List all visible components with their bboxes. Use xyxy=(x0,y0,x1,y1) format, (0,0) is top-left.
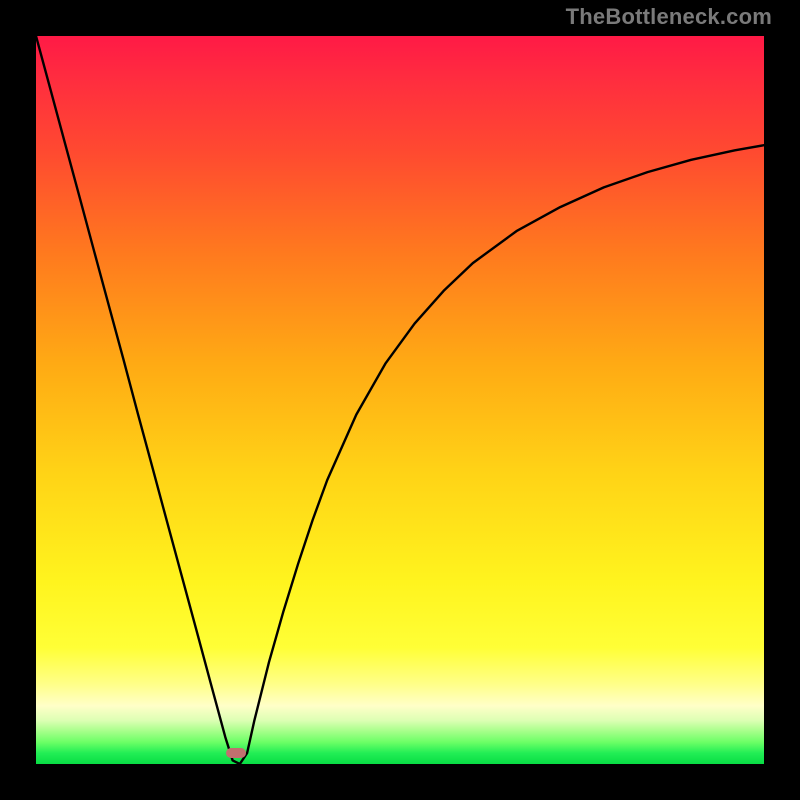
watermark-text: TheBottleneck.com xyxy=(566,4,772,30)
bottleneck-curve-path xyxy=(36,36,764,764)
plot-area xyxy=(36,36,764,764)
optimum-marker xyxy=(226,748,246,758)
chart-frame: TheBottleneck.com xyxy=(0,0,800,800)
curve-svg xyxy=(36,36,764,764)
